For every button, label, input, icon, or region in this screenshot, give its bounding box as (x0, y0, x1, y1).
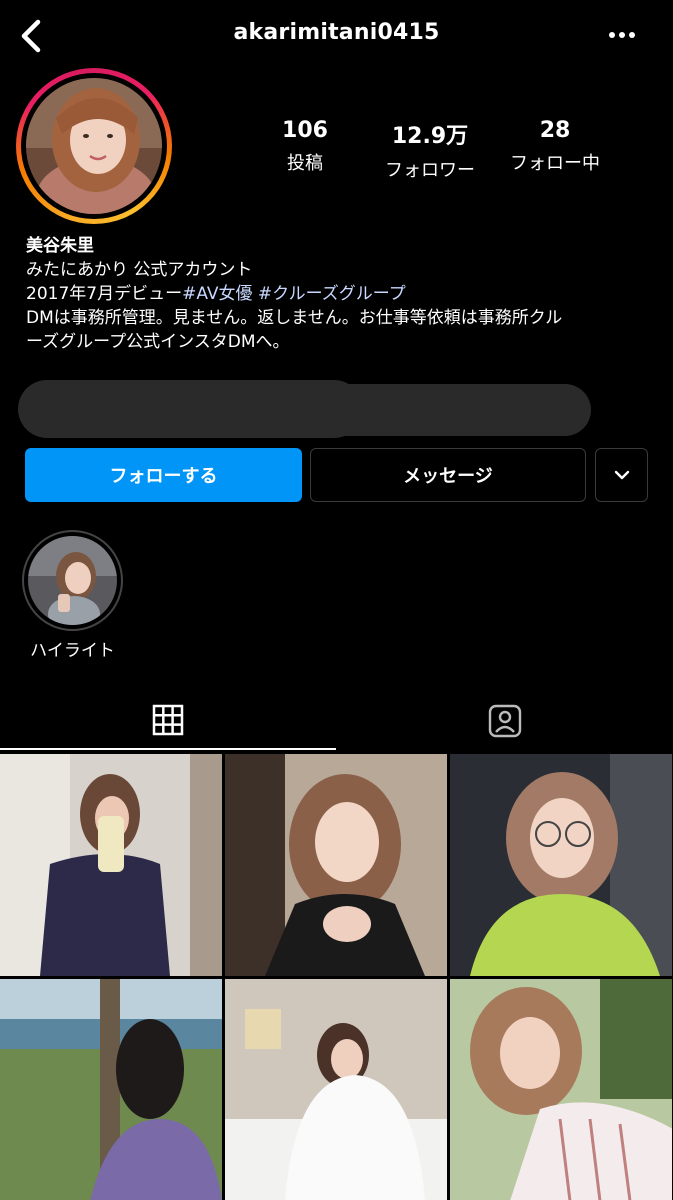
top-bar: akarimitani0415 (0, 0, 673, 72)
suggested-accounts-button[interactable] (595, 448, 648, 502)
more-options-button[interactable] (605, 24, 641, 46)
profile-tabs (0, 688, 673, 750)
tagged-person-icon (488, 704, 522, 738)
post-thumbnail[interactable] (225, 979, 447, 1200)
bio-line: みたにあかり 公式アカウント (26, 260, 253, 280)
posts-label: 投稿 (287, 153, 323, 174)
stat-posts[interactable]: 106 投稿 (250, 118, 360, 175)
profile-username: akarimitani0415 (233, 20, 440, 45)
profile-display-name: 美谷朱里 (26, 236, 94, 256)
post-thumbnail[interactable] (450, 754, 672, 976)
hashtag-link[interactable]: #AV女優 (182, 284, 252, 304)
followers-count: 12.9万 (391, 124, 469, 149)
active-tab-indicator (0, 748, 336, 750)
following-count: 28 (539, 118, 571, 143)
avatar-story-ring[interactable] (16, 68, 172, 224)
posts-grid (0, 754, 673, 1200)
more-horizontal-icon (609, 32, 635, 38)
bio-line: 2017年7月デビュー#AV女優 #クルーズグループ (26, 282, 656, 306)
bio-debut-text: 2017年7月デビュー (26, 284, 183, 304)
chevron-down-icon (614, 470, 629, 480)
grid-icon (152, 704, 184, 736)
tab-posts-grid[interactable] (0, 688, 336, 750)
profile-stats: 106 投稿 12.9万 フォロワー 28 フォロー中 (240, 118, 640, 181)
story-highlight[interactable] (22, 530, 123, 631)
post-thumbnail[interactable] (225, 754, 447, 976)
followers-label: フォロワー (385, 160, 475, 181)
avatar (26, 78, 162, 214)
bio-line: ーズグループ公式インスタDMへ。 (26, 332, 290, 352)
highlight-cover (28, 536, 117, 625)
bio-line: DMは事務所管理。見ません。返しません。お仕事等依頼は事務所クル (26, 308, 563, 328)
stat-followers[interactable]: 12.9万 フォロワー (370, 118, 490, 182)
post-thumbnail[interactable] (450, 979, 672, 1200)
follow-button[interactable]: フォローする (25, 448, 302, 502)
following-label: フォロー中 (510, 153, 600, 174)
redacted-link (18, 380, 591, 438)
profile-bio: 美谷朱里 みたにあかり 公式アカウント 2017年7月デビュー#AV女優 #クル… (26, 234, 656, 354)
stat-following[interactable]: 28 フォロー中 (500, 118, 610, 175)
post-thumbnail[interactable] (0, 979, 222, 1200)
posts-count: 106 (282, 118, 328, 143)
hashtag-link[interactable]: #クルーズグループ (258, 284, 406, 304)
post-thumbnail[interactable] (0, 754, 222, 976)
message-button[interactable]: メッセージ (310, 448, 586, 502)
tab-tagged[interactable] (337, 688, 673, 750)
highlight-label: ハイライト (30, 641, 115, 661)
